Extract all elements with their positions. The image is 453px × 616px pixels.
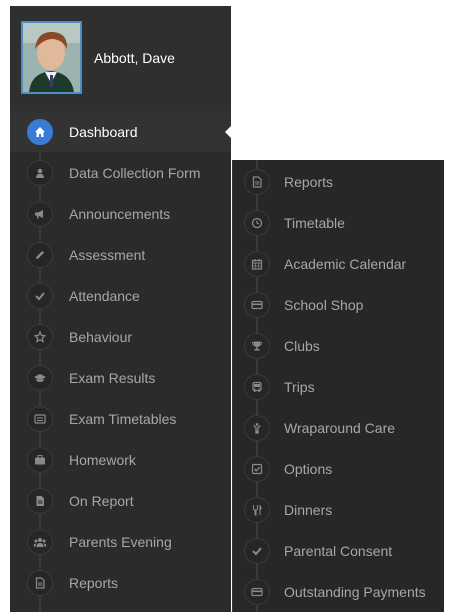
file-icon	[27, 569, 53, 596]
sidebar-item-assessment[interactable]: Assessment	[10, 234, 231, 275]
trophy-icon	[244, 332, 270, 359]
avatar[interactable]	[21, 21, 82, 94]
submenu-item-outstanding-payments[interactable]: Outstanding Payments	[233, 571, 444, 612]
check-icon	[244, 537, 270, 564]
group-icon	[27, 528, 53, 555]
submenu-item-label: Parental Consent	[284, 542, 393, 559]
sidebar-item-label: Behaviour	[69, 328, 133, 345]
submenu-item-school-shop[interactable]: School Shop	[233, 284, 444, 325]
sidebar-item-exam-timetables[interactable]: Exam Timetables	[10, 398, 231, 439]
sidebar-item-label: Exam Results	[69, 369, 156, 386]
sidebar-item-announcements[interactable]: Announcements	[10, 193, 231, 234]
submenu-item-reports[interactable]: Reports	[233, 161, 444, 202]
submenu-item-label: Dinners	[284, 501, 333, 518]
submenu-item-label: Trips	[284, 378, 315, 395]
checkbox-icon	[244, 455, 270, 482]
graduation-cap-icon	[27, 364, 53, 391]
submenu-item-label: Clubs	[284, 337, 320, 354]
submenu-item-options[interactable]: Options	[233, 448, 444, 489]
sidebar-item-behaviour[interactable]: Behaviour	[10, 316, 231, 357]
list-icon	[27, 405, 53, 432]
check-icon	[27, 282, 53, 309]
sidebar-item-label: Reports	[69, 574, 119, 591]
file-icon	[244, 168, 270, 195]
sidebar: Abbott, Dave Dashboard Data Collection F…	[10, 6, 231, 612]
sidebar-item-parents-evening[interactable]: Parents Evening	[10, 521, 231, 562]
sidebar-item-label: Parents Evening	[69, 533, 172, 550]
sidebar-item-on-report[interactable]: On Report	[10, 480, 231, 521]
submenu-item-label: Academic Calendar	[284, 255, 407, 272]
submenu-item-label: Reports	[284, 173, 334, 190]
document-icon	[27, 487, 53, 514]
star-icon	[27, 323, 53, 350]
sidebar-item-label: On Report	[69, 492, 134, 509]
avatar-image	[23, 23, 80, 92]
dashboard-submenu: Reports Timetable Academic Calendar Scho…	[232, 160, 444, 612]
credit-card-icon	[244, 578, 270, 605]
megaphone-icon	[27, 200, 53, 227]
sidebar-item-exam-results[interactable]: Exam Results	[10, 357, 231, 398]
clock-icon	[244, 209, 270, 236]
submenu-item-academic-calendar[interactable]: Academic Calendar	[233, 243, 444, 284]
user-icon	[27, 159, 53, 186]
sidebar-item-label: Announcements	[69, 205, 171, 222]
submenu-item-clubs[interactable]: Clubs	[233, 325, 444, 366]
submenu-item-label: Outstanding Payments	[284, 583, 426, 600]
sidebar-item-label: Exam Timetables	[69, 410, 177, 427]
submenu-item-label: Timetable	[284, 214, 345, 231]
active-caret-icon	[225, 124, 231, 139]
sidebar-item-label: Data Collection Form	[69, 164, 201, 181]
submenu-item-label: Options	[284, 460, 333, 477]
profile-name[interactable]: Abbott, Dave	[94, 50, 175, 66]
profile-header[interactable]: Abbott, Dave	[10, 6, 231, 111]
sidebar-item-reports[interactable]: Reports	[10, 562, 231, 603]
sidebar-item-attendance[interactable]: Attendance	[10, 275, 231, 316]
sidebar-item-homework[interactable]: Homework	[10, 439, 231, 480]
sidebar-item-data-collection-form[interactable]: Data Collection Form	[10, 152, 231, 193]
bus-icon	[244, 373, 270, 400]
sidebar-item-dashboard[interactable]: Dashboard	[10, 111, 231, 152]
sidebar-item-label: Dashboard	[69, 123, 138, 140]
submenu-item-timetable[interactable]: Timetable	[233, 202, 444, 243]
submenu-item-wraparound-care[interactable]: Wraparound Care	[233, 407, 444, 448]
home-icon	[27, 118, 53, 145]
sidebar-item-label: Homework	[69, 451, 136, 468]
calendar-icon	[244, 250, 270, 277]
submenu-item-trips[interactable]: Trips	[233, 366, 444, 407]
submenu-item-label: School Shop	[284, 296, 364, 313]
sidebar-item-label: Attendance	[69, 287, 140, 304]
child-icon	[244, 414, 270, 441]
submenu-item-parental-consent[interactable]: Parental Consent	[233, 530, 444, 571]
pencil-icon	[27, 241, 53, 268]
credit-card-icon	[244, 291, 270, 318]
briefcase-icon	[27, 446, 53, 473]
submenu-item-dinners[interactable]: Dinners	[233, 489, 444, 530]
submenu-item-label: Wraparound Care	[284, 419, 396, 436]
sidebar-item-label: Assessment	[69, 246, 146, 263]
cutlery-icon	[244, 496, 270, 523]
